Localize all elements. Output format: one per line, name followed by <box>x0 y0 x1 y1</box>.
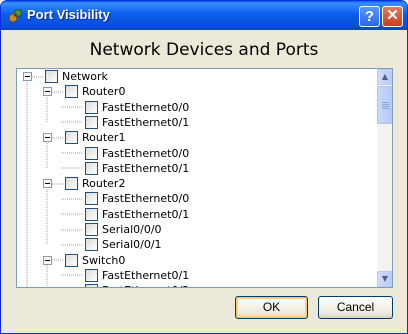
vertical-scrollbar[interactable]: ▲ ▼ <box>377 69 392 287</box>
tree-item-label: Network <box>62 70 108 83</box>
visibility-checkbox[interactable] <box>85 223 98 236</box>
tree-item-label: Router2 <box>82 177 126 190</box>
tree-item-label: FastEthernet0/0 <box>102 147 190 160</box>
tree-port-item[interactable]: FastEthernet0/1 <box>17 268 377 283</box>
tree-item-label: FastEthernet0/1 <box>102 116 190 129</box>
collapse-minus-icon[interactable] <box>23 72 32 81</box>
tree-item-label: FastEthernet0/1 <box>102 162 190 175</box>
tree-item-label: FastEthernet0/0 <box>102 192 190 205</box>
tree-item-label: Router0 <box>82 85 126 98</box>
cancel-button[interactable]: Cancel <box>318 296 393 319</box>
tree-device-item[interactable]: Router0 <box>17 84 377 99</box>
tree-device-item[interactable]: Switch0 <box>17 253 377 268</box>
visibility-checkbox[interactable] <box>85 116 98 129</box>
dialog-heading: Network Devices and Ports <box>89 40 319 60</box>
tree-item-label: FastEthernet0/1 <box>102 208 190 221</box>
app-icon <box>8 9 22 23</box>
device-port-tree: Network Router0 FastEthernet0/0 FastEtherne… <box>17 69 377 287</box>
tree-device-item[interactable]: Router1 <box>17 130 377 145</box>
visibility-checkbox[interactable] <box>85 238 98 251</box>
tree-port-item[interactable]: FastEthernet0/0 <box>17 191 377 206</box>
close-button[interactable]: ✕ <box>382 6 403 27</box>
tree-item-label: Serial0/0/1 <box>102 238 162 251</box>
visibility-checkbox[interactable] <box>65 131 78 144</box>
tree-port-item[interactable]: Serial0/0/0 <box>17 222 377 237</box>
title-bar[interactable]: Port Visibility ? ✕ <box>1 1 407 30</box>
tree-port-item[interactable]: FastEthernet0/1 <box>17 115 377 130</box>
tree-port-item[interactable]: FastEthernet0/2 <box>17 283 377 287</box>
scroll-up-arrow-icon[interactable]: ▲ <box>377 69 392 85</box>
tree-item-label: Serial0/0/0 <box>102 223 162 236</box>
ok-button[interactable]: OK <box>235 296 308 319</box>
visibility-checkbox[interactable] <box>85 269 98 282</box>
help-button[interactable]: ? <box>359 6 380 27</box>
tree-port-item[interactable]: Serial0/0/1 <box>17 237 377 252</box>
tree-root-item[interactable]: Network <box>17 69 377 84</box>
visibility-checkbox[interactable] <box>85 162 98 175</box>
tree-item-label: FastEthernet0/1 <box>102 269 190 282</box>
visibility-checkbox[interactable] <box>65 85 78 98</box>
device-port-tree-panel: Network Router0 FastEthernet0/0 FastEtherne… <box>16 68 393 288</box>
tree-item-label: FastEthernet0/2 <box>102 284 189 287</box>
port-visibility-dialog: Port Visibility ? ✕ Network Devices and … <box>0 0 408 334</box>
tree-device-item[interactable]: Router2 <box>17 176 377 191</box>
tree-item-label: FastEthernet0/0 <box>102 101 190 114</box>
scrollbar-thumb[interactable] <box>377 86 392 124</box>
visibility-checkbox[interactable] <box>45 70 58 83</box>
collapse-minus-icon[interactable] <box>43 179 52 188</box>
collapse-minus-icon[interactable] <box>43 87 52 96</box>
tree-port-item[interactable]: FastEthernet0/0 <box>17 100 377 115</box>
visibility-checkbox[interactable] <box>85 192 98 205</box>
tree-port-item[interactable]: FastEthernet0/1 <box>17 207 377 222</box>
visibility-checkbox[interactable] <box>65 177 78 190</box>
tree-port-item[interactable]: FastEthernet0/1 <box>17 161 377 176</box>
collapse-minus-icon[interactable] <box>43 256 52 265</box>
tree-item-label: Switch0 <box>82 254 126 267</box>
visibility-checkbox[interactable] <box>85 208 98 221</box>
visibility-checkbox[interactable] <box>85 101 98 114</box>
tree-item-label: Router1 <box>82 131 126 144</box>
window-title: Port Visibility <box>27 7 110 22</box>
scroll-down-arrow-icon[interactable]: ▼ <box>377 271 392 287</box>
tree-port-item[interactable]: FastEthernet0/0 <box>17 146 377 161</box>
visibility-checkbox[interactable] <box>65 254 78 267</box>
visibility-checkbox[interactable] <box>85 284 98 287</box>
visibility-checkbox[interactable] <box>85 147 98 160</box>
collapse-minus-icon[interactable] <box>43 133 52 142</box>
